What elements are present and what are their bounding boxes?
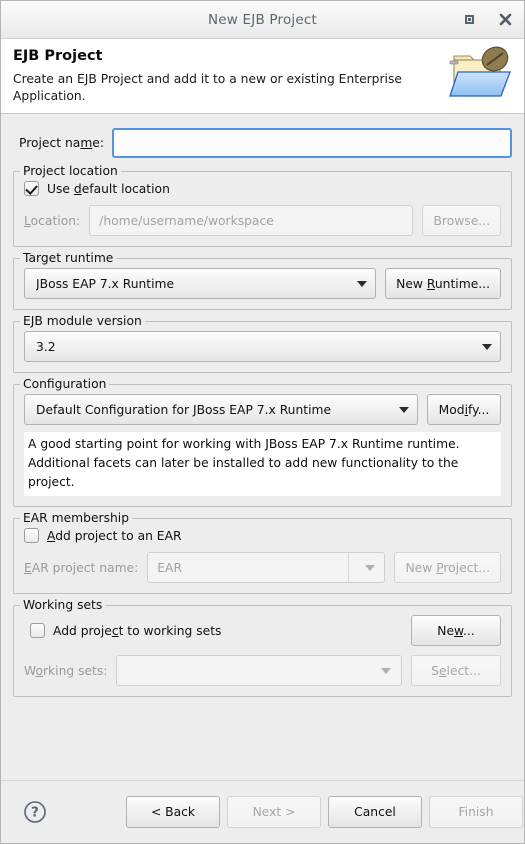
ejb-project-folder-icon — [448, 43, 514, 105]
location-label: Location: — [24, 213, 81, 228]
chevron-down-icon — [399, 406, 409, 413]
finish-button[interactable]: Finish — [429, 796, 523, 828]
maximize-icon[interactable] — [458, 9, 480, 31]
target-runtime-row: JBoss EAP 7.x Runtime New Runtime... — [24, 268, 501, 299]
working-sets-group: Working sets Add project to working sets… — [13, 598, 512, 697]
project-name-label: Project name: — [19, 136, 105, 150]
ear-project-name-row: EAR project name: EAR New Project... — [24, 552, 501, 583]
browse-button[interactable]: Browse... — [422, 205, 501, 236]
configuration-description: A good starting point for working with J… — [24, 432, 501, 496]
working-sets-legend: Working sets — [20, 598, 106, 612]
titlebar: New EJB Project — [1, 1, 524, 39]
target-runtime-combo[interactable]: JBoss EAP 7.x Runtime — [24, 268, 377, 299]
add-project-to-ear-checkbox[interactable] — [24, 528, 39, 543]
dialog-footer: ? < Back Next > Cancel Finish — [1, 780, 524, 843]
location-input[interactable]: /home/username/workspace — [89, 205, 414, 236]
chevron-down-icon — [365, 656, 401, 685]
configuration-legend: Configuration — [20, 377, 110, 391]
ejb-module-version-combo[interactable]: 3.2 — [24, 331, 501, 362]
use-default-location-row[interactable]: Use default location — [24, 181, 501, 196]
use-default-location-label: Use default location — [47, 181, 170, 196]
new-project-button[interactable]: New Project... — [394, 552, 501, 583]
working-sets-combo[interactable] — [116, 655, 402, 686]
configuration-combo[interactable]: Default Configuration for JBoss EAP 7.x … — [24, 394, 418, 425]
new-ejb-project-dialog: New EJB Project EJB Project Create an EJ… — [0, 0, 525, 844]
chevron-down-icon — [348, 553, 384, 582]
window-title: New EJB Project — [208, 11, 317, 28]
dialog-body: Project name: Project location Use defau… — [1, 114, 524, 780]
modify-button[interactable]: Modify... — [427, 394, 501, 425]
ear-project-name-label: EAR project name: — [24, 560, 139, 575]
ear-project-name-combo[interactable]: EAR — [147, 552, 386, 583]
titlebar-buttons — [458, 1, 516, 38]
ear-membership-group: EAR membership Add project to an EAR EAR… — [13, 511, 512, 594]
new-runtime-button[interactable]: New Runtime... — [385, 268, 501, 299]
configuration-value: Default Configuration for JBoss EAP 7.x … — [36, 402, 332, 417]
add-project-to-ear-label: Add project to an EAR — [47, 528, 182, 543]
working-sets-value — [117, 656, 365, 685]
project-name-row: Project name: — [13, 128, 512, 158]
add-to-working-sets-checkbox-row[interactable]: Add project to working sets — [24, 623, 411, 638]
target-runtime-value: JBoss EAP 7.x Runtime — [36, 276, 175, 291]
use-default-location-checkbox[interactable] — [24, 181, 39, 196]
help-question-icon[interactable]: ? — [23, 800, 47, 824]
target-runtime-group: Target runtime JBoss EAP 7.x Runtime New… — [13, 251, 512, 310]
ejb-module-version-value: 3.2 — [36, 339, 56, 354]
ejb-module-version-group: EJB module version 3.2 — [13, 314, 512, 373]
configuration-row: Default Configuration for JBoss EAP 7.x … — [24, 394, 501, 425]
location-row: Location: /home/username/workspace Brows… — [24, 205, 501, 236]
add-to-working-sets-row: Add project to working sets New... — [24, 615, 501, 646]
project-name-input[interactable] — [112, 128, 512, 158]
working-sets-label: Working sets: — [24, 663, 108, 678]
page-description: Create an EJB Project and add it to a ne… — [13, 72, 402, 103]
configuration-group: Configuration Default Configuration for … — [13, 377, 512, 507]
ear-project-name-value: EAR — [157, 560, 182, 575]
project-location-legend: Project location — [20, 164, 121, 178]
cancel-button[interactable]: Cancel — [328, 796, 422, 828]
ejb-module-version-legend: EJB module version — [20, 314, 145, 328]
add-to-working-sets-checkbox[interactable] — [30, 623, 45, 638]
page-title: EJB Project — [13, 48, 103, 64]
back-button[interactable]: < Back — [126, 796, 220, 828]
close-icon[interactable] — [494, 9, 516, 31]
project-location-group: Project location Use default location Lo… — [13, 164, 512, 247]
add-project-to-ear-row[interactable]: Add project to an EAR — [24, 528, 501, 543]
dialog-header: EJB Project Create an EJB Project and ad… — [1, 39, 524, 114]
new-working-set-button[interactable]: New... — [411, 615, 501, 646]
working-sets-row: Working sets: Select... — [24, 655, 501, 686]
chevron-down-icon — [482, 343, 492, 350]
next-button[interactable]: Next > — [227, 796, 321, 828]
chevron-down-icon — [357, 280, 368, 287]
ear-membership-legend: EAR membership — [20, 511, 133, 525]
add-to-working-sets-label: Add project to working sets — [53, 623, 222, 638]
svg-text:?: ? — [31, 806, 39, 821]
select-working-set-button[interactable]: Select... — [411, 655, 501, 686]
target-runtime-legend: Target runtime — [20, 251, 117, 265]
wizard-buttons: < Back Next > Cancel Finish — [126, 796, 523, 828]
